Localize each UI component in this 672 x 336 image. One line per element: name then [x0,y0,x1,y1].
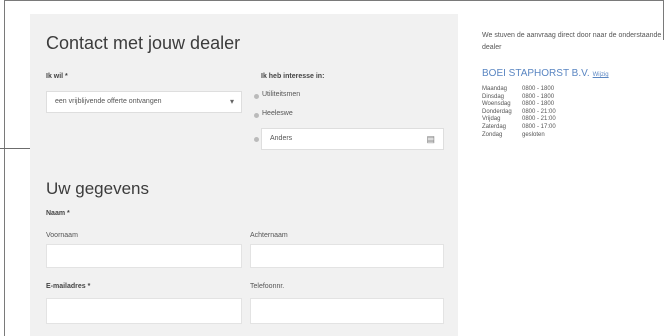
anders-field[interactable]: Anders ▤ [261,128,444,150]
hours-time: 0800 - 21:00 [522,108,556,115]
hours-day: Donderdag [482,108,512,115]
hours-time: 0800 - 1800 [522,86,555,92]
hours-day: Dinsdag [482,93,505,100]
interesse-label: Ik heb interesse in: [261,73,325,80]
hours-row: Woensdag 0800 - 1800 [482,101,556,109]
sidebar-intro: We stuven de aanvraag direct door naar d… [482,32,662,51]
hours-time: 0800 - 17:00 [522,123,556,130]
contact-form-panel [30,14,458,336]
option-label-heeleswe: Heeleswe [262,110,293,117]
email-label: E-mailadres * [46,283,91,290]
radio-anders[interactable] [254,137,259,142]
radio-utiliteitsmen[interactable] [254,94,259,99]
voornaam-input[interactable] [46,244,242,268]
hours-time: 0800 - 1800 [522,93,555,100]
hours-day: Vrijdag [482,116,501,123]
dealer-name-row: BOEI STAPHORST B.V. Wijzig [482,68,609,79]
document-icon: ▤ [426,134,435,144]
opening-hours: Maandag 0800 - 1800 Dinsdag 0800 - 1800 Wo… [482,86,556,139]
hours-row: Donderdag 0800 - 21:00 [482,109,556,117]
frame-border-top [4,0,664,1]
hours-row: Maandag 0800 - 1800 [482,86,556,94]
frame-border-right [663,0,664,40]
radio-heeleswe[interactable] [254,113,259,118]
hours-day: Maandag [482,86,508,92]
ik-wil-label: Ik wil * [46,73,68,80]
frame-border-left [4,0,5,336]
hours-time: 0800 - 21:00 [522,116,556,123]
hours-day: Zondag [482,131,503,138]
dealer-name: BOEI STAPHORST B.V. [482,68,590,79]
email-input[interactable] [46,298,242,324]
achternaam-input[interactable] [250,244,444,268]
telefoon-input[interactable] [250,298,444,324]
hours-row: Dinsdag 0800 - 1800 [482,94,556,102]
hours-day: Woensdag [482,101,511,108]
ik-wil-selected-value: een vrijblijvende offerte ontvangen [55,98,162,105]
dealer-change-link[interactable]: Wijzig [593,72,609,78]
hours-row: Vrijdag 0800 - 21:00 [482,116,556,124]
hours-row: Zondag gesloten [482,132,556,140]
hours-row: Zaterdag 0800 - 17:00 [482,124,556,132]
achternaam-label: Achternaam [250,232,288,239]
contact-title: Contact met jouw dealer [46,33,241,53]
voornaam-label: Voornaam [46,232,78,239]
hours-time: 0800 - 1800 [522,101,555,108]
ik-wil-select[interactable]: een vrijblijvende offerte ontvangen ▾ [46,91,242,113]
hours-day: Zaterdag [482,123,507,130]
chevron-down-icon: ▾ [229,97,234,106]
gegevens-title: Uw gegevens [46,179,150,198]
option-label-anders: Anders [270,135,293,142]
telefoon-label: Telefoonnr. [250,283,285,290]
option-label-utiliteitsmen: Utiliteitsmen [262,91,301,98]
hours-time: gesloten [522,131,545,138]
naam-label: Naam * [46,210,70,217]
